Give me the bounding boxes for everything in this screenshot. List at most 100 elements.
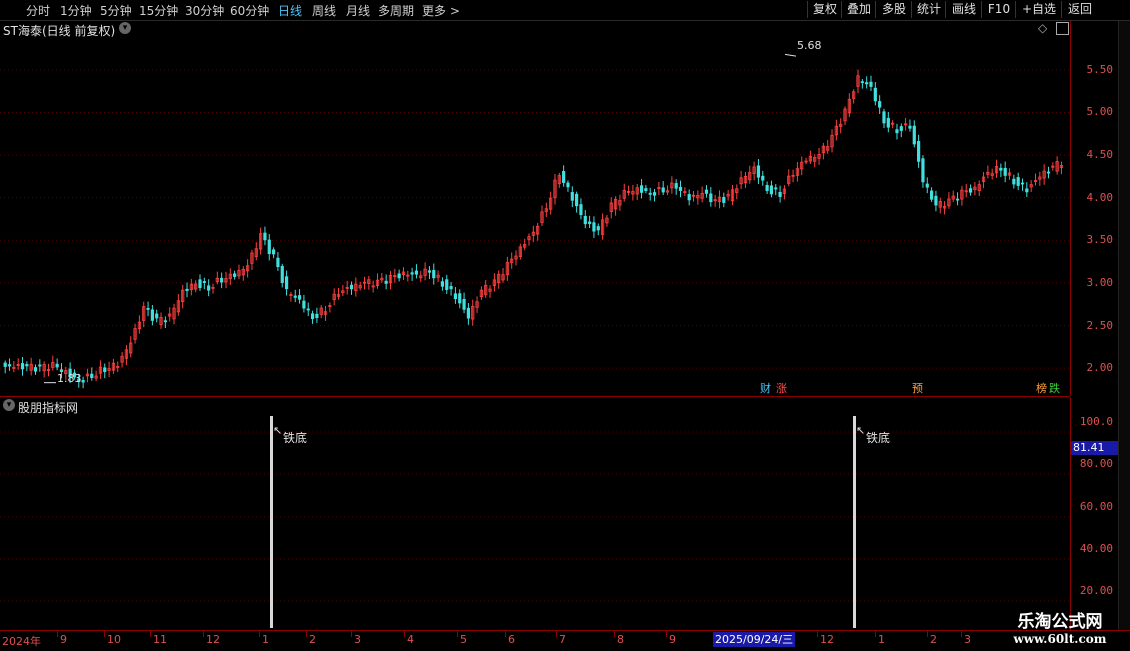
candle-body [873,87,877,102]
period-tab[interactable]: 15分钟 [139,2,178,19]
candle-body [1025,188,1029,193]
candle-body [583,215,587,225]
candle-body [271,249,276,255]
date-tick: 12 [820,633,834,646]
candle-body [449,286,453,290]
event-marker[interactable]: 财 [759,382,772,395]
watermark: 乐淘公式网 www.60lt.com [990,605,1130,650]
period-tab[interactable]: 30分钟 [185,2,224,19]
candle-body [1012,178,1016,185]
indicator-current-value: 81.41 [1071,441,1123,455]
period-toolbar: 分时 1分钟 5分钟 15分钟 30分钟 60分钟 日线 周线 月线 多周期 更多 > 复权 叠加 多股… [0,0,1130,21]
tool-button[interactable]: 统计 [911,1,946,18]
date-tick-mark [351,631,352,637]
candle-body [1016,177,1020,186]
low-price-label: 1.83 [57,372,82,385]
date-tick: 11 [153,633,167,646]
candle-body [722,197,726,203]
signal-arrow-icon: ↖ [273,424,282,437]
date-tick-mark [150,631,151,637]
date-tick: 2 [309,633,316,646]
tool-button[interactable]: 返回 [1061,1,1098,18]
candle-body [644,188,648,191]
candle-body [445,279,449,290]
candle-body [778,191,782,197]
candle-body [453,293,458,300]
event-marker[interactable]: 预 [911,382,924,395]
price-tick: 5.00 [1086,105,1114,119]
candle-body [704,189,709,194]
period-tab[interactable]: 5分钟 [100,2,132,19]
watermark-url: www.60lt.com [1013,632,1107,646]
tool-button[interactable]: 多股 [875,1,912,18]
event-marker[interactable]: 跌 [1048,382,1061,395]
candle-body [280,265,284,283]
diamond-icon[interactable]: ◇ [1038,21,1047,35]
tool-button[interactable]: +自选 [1015,1,1062,18]
period-tab[interactable]: 多周期 [378,2,414,19]
period-tab[interactable]: 更多 > [422,2,460,19]
candlestick-series [3,69,1064,389]
indicator-tick: 40.00 [1079,542,1113,555]
title-dropdown-icon[interactable]: ▾ [119,22,131,34]
indicator-tick: 80.00 [1079,457,1113,470]
date-tick: 1 [262,633,269,646]
date-tick: 3 [964,633,971,646]
signal-label: 铁底 [866,431,891,445]
tool-button[interactable]: 复权 [807,1,842,18]
price-tick: 5.50 [1086,62,1114,76]
candle-body [163,320,167,323]
candle-body [427,270,432,273]
date-tick-mark [556,631,557,637]
price-tick: 2.00 [1086,361,1114,375]
period-tab[interactable]: 1分钟 [60,2,92,19]
indicator-chart[interactable]: ↖ ↖ [0,414,1070,630]
date-tick-mark [404,631,405,637]
period-tab[interactable]: 分时 [26,2,50,19]
event-marker[interactable]: 榜 [1035,382,1048,395]
tool-button[interactable]: 叠加 [841,1,876,18]
panel-separator [0,396,1070,397]
indicator-dropdown-icon[interactable]: ▾ [3,399,15,411]
period-tab[interactable]: 日线 [278,2,302,19]
candle-body [20,363,25,370]
date-tick: 2024年 [2,635,41,648]
candle-body [566,182,570,188]
candle-body [899,126,903,131]
candle-body [293,295,297,298]
candle-body [276,257,280,268]
period-tab[interactable]: 60分钟 [230,2,269,19]
date-tick: 1 [878,633,885,646]
watermark-title: 乐淘公式网 [1017,612,1103,632]
candle-body [297,295,302,300]
date-axis[interactable]: 2024年 9 10 11 12 1 2 3 4 5 6 7 8 9 12 1 2 3 2025/09/24/三 [0,630,1130,651]
indicator-grid [0,431,1070,602]
candle-body [302,300,306,309]
candle-body [886,117,890,128]
right-scroll-strip[interactable] [1118,21,1130,630]
tool-button[interactable]: 画线 [945,1,982,18]
price-tick: 3.50 [1086,233,1114,247]
date-tick-mark [203,631,204,637]
period-tab[interactable]: 周线 [312,2,336,19]
date-tick-mark [875,631,876,637]
high-pointer [784,53,797,57]
period-tab[interactable]: 月线 [346,2,370,19]
date-tick-mark [666,631,667,637]
candle-body [925,183,929,188]
event-marker[interactable]: 涨 [775,382,788,395]
candle-body [1003,167,1007,176]
signal-bar [270,416,273,628]
candle-body [202,281,206,283]
candle-body [33,367,38,372]
candle-body [220,277,224,283]
candle-body [895,129,899,134]
price-annotations [44,53,797,384]
candle-body [315,313,319,318]
price-tick: 3.00 [1086,275,1114,289]
candle-body [233,273,237,277]
price-chart[interactable] [0,37,1070,396]
tool-button[interactable]: F10 [981,1,1016,18]
window-toggle-icon[interactable] [1056,22,1069,35]
candle-body [155,313,159,319]
